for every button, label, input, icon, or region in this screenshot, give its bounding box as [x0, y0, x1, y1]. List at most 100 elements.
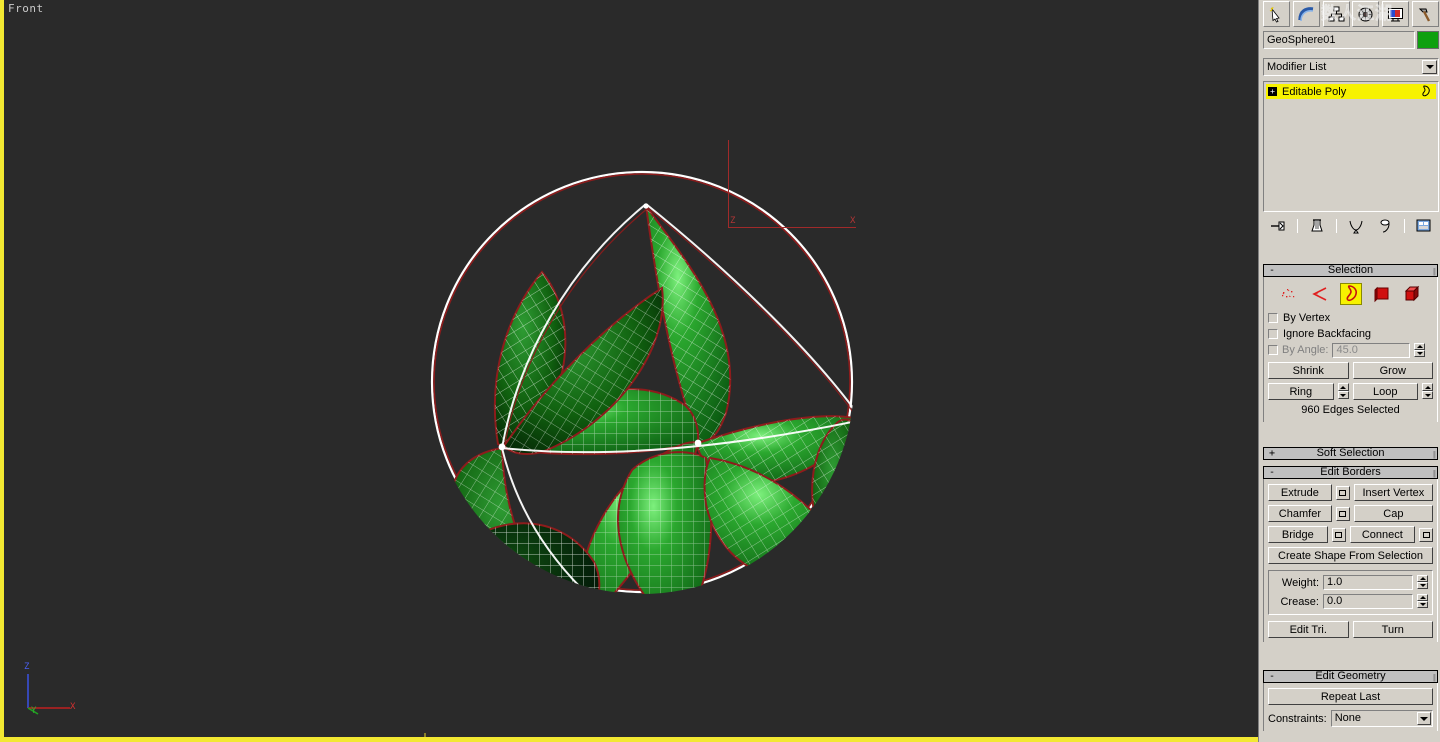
edit-geometry-rollout: - Edit Geometry || Repeat Last Constrain… — [1263, 670, 1438, 731]
ignore-backfacing-label: Ignore Backfacing — [1283, 328, 1372, 340]
element-icon — [1404, 285, 1419, 302]
crease-spinner[interactable] — [1417, 594, 1428, 609]
create-shape-from-selection-button[interactable]: Create Shape From Selection — [1268, 547, 1433, 564]
sub-object-vertex-button[interactable] — [1278, 283, 1300, 305]
motion-tab-button[interactable] — [1352, 1, 1380, 27]
object-name-row: GeoSphere01 — [1263, 31, 1439, 49]
chevron-down-icon[interactable] — [1422, 60, 1437, 74]
loop-button[interactable]: Loop — [1352, 383, 1418, 400]
hierarchy-tab-button[interactable] — [1322, 1, 1350, 27]
chamfer-settings-button[interactable] — [1335, 506, 1350, 521]
by-vertex-row[interactable]: By Vertex — [1268, 310, 1433, 326]
edit-borders-rollout-sign: - — [1269, 467, 1276, 478]
utilities-tab-button[interactable] — [1411, 1, 1439, 27]
extrude-row: Extrude Insert Vertex — [1268, 484, 1433, 501]
axis-x-label: X — [70, 702, 76, 712]
expand-icon[interactable]: + — [1268, 87, 1277, 96]
modifier-stack[interactable]: + Editable Poly — [1263, 81, 1439, 212]
rollout-grip: || — [1432, 267, 1436, 276]
gizmo-x-label: X — [850, 216, 856, 226]
create-tab-button[interactable] — [1263, 1, 1291, 27]
soft-selection-rollout: + Soft Selection || — [1263, 447, 1438, 460]
remove-modifier-button[interactable] — [1375, 216, 1395, 236]
polygon-icon — [1374, 286, 1388, 303]
border-sub-object-icon — [1422, 85, 1430, 97]
arrow-star-icon — [1269, 6, 1280, 22]
transform-gizmo[interactable]: Z X — [728, 140, 858, 232]
selection-rollout: - Selection || By Vertex Ignore Backfaci… — [1263, 264, 1438, 422]
viewport-front[interactable]: Z X Z X Y Front — [0, 0, 1258, 742]
show-end-result-button[interactable] — [1307, 216, 1327, 236]
ring-button[interactable]: Ring — [1268, 383, 1334, 400]
edit-geometry-rollout-header[interactable]: - Edit Geometry || — [1263, 670, 1438, 683]
by-vertex-checkbox[interactable] — [1268, 313, 1278, 323]
edit-tri-button[interactable]: Edit Tri. — [1268, 621, 1349, 638]
insert-vertex-button[interactable]: Insert Vertex — [1353, 484, 1433, 501]
object-name-field[interactable]: GeoSphere01 — [1263, 31, 1415, 49]
extrude-button[interactable]: Extrude — [1268, 484, 1332, 501]
vertex-icon — [1281, 289, 1294, 298]
edit-borders-rollout-title: Edit Borders — [1320, 466, 1381, 478]
chamfer-row: Chamfer Cap — [1268, 505, 1433, 522]
ignore-backfacing-checkbox[interactable] — [1268, 329, 1278, 339]
edit-geometry-rollout-title: Edit Geometry — [1315, 670, 1386, 682]
soft-selection-rollout-header[interactable]: + Soft Selection || — [1263, 447, 1438, 460]
shrink-button[interactable]: Shrink — [1268, 362, 1349, 379]
selection-rollout-body: By Vertex Ignore Backfacing By Angle: 45… — [1263, 277, 1438, 422]
cap-button[interactable]: Cap — [1353, 505, 1433, 522]
selection-rollout-header[interactable]: - Selection || — [1263, 264, 1438, 277]
turn-button[interactable]: Turn — [1352, 621, 1433, 638]
by-angle-checkbox[interactable] — [1268, 345, 1278, 355]
selection-rollout-title: Selection — [1327, 264, 1374, 276]
sub-object-edge-button[interactable] — [1309, 283, 1331, 305]
selection-status-text: 960 Edges Selected — [1301, 404, 1400, 416]
constraints-row: Constraints: None — [1268, 710, 1433, 727]
by-angle-field[interactable]: 45.0 — [1332, 342, 1411, 358]
display-tab-button[interactable] — [1382, 1, 1410, 27]
weight-spinner[interactable] — [1417, 575, 1428, 590]
command-panel-tabs — [1263, 0, 1439, 28]
bridge-button[interactable]: Bridge — [1268, 526, 1328, 543]
extrude-settings-button[interactable] — [1335, 485, 1350, 500]
by-angle-row[interactable]: By Angle: 45.0 — [1268, 342, 1433, 358]
modify-tab-button[interactable] — [1292, 1, 1320, 27]
ring-spinner[interactable] — [1337, 383, 1349, 400]
trash-icon — [1380, 219, 1390, 233]
rollout-grip: || — [1432, 673, 1436, 682]
sub-object-element-button[interactable] — [1402, 283, 1424, 305]
flask-icon — [1311, 219, 1323, 232]
crease-field[interactable]: 0.0 — [1323, 594, 1413, 609]
pin-stack-button[interactable] — [1268, 216, 1288, 236]
modifier-list-dropdown[interactable]: Modifier List — [1263, 58, 1439, 76]
chamfer-button[interactable]: Chamfer — [1268, 505, 1332, 522]
configure-modifier-sets-button[interactable] — [1414, 216, 1434, 236]
connect-button[interactable]: Connect — [1349, 526, 1415, 543]
object-color-swatch[interactable] — [1417, 31, 1439, 49]
edit-borders-rollout: - Edit Borders || Extrude Insert Vertex … — [1263, 466, 1438, 642]
connect-settings-button[interactable] — [1419, 527, 1433, 542]
edit-borders-rollout-header[interactable]: - Edit Borders || — [1263, 466, 1438, 479]
repeat-last-button[interactable]: Repeat Last — [1268, 688, 1433, 705]
bridge-settings-button[interactable] — [1331, 527, 1346, 542]
viewport-label[interactable]: Front — [8, 2, 44, 15]
constraints-dropdown[interactable]: None — [1330, 710, 1433, 727]
viewport-active-border-left — [0, 0, 4, 742]
sub-object-border-button[interactable] — [1339, 283, 1362, 305]
grow-button[interactable]: Grow — [1352, 362, 1433, 379]
gizmo-x-axis — [728, 227, 856, 228]
rollout-grip: || — [1432, 450, 1436, 459]
sub-object-polygon-button[interactable] — [1371, 283, 1393, 305]
weight-field[interactable]: 1.0 — [1323, 575, 1413, 590]
make-unique-button[interactable] — [1346, 216, 1366, 236]
bent-arc-icon — [1298, 6, 1314, 21]
edit-tri-turn-row: Edit Tri. Turn — [1268, 621, 1433, 638]
edit-geometry-rollout-body: Repeat Last Constraints: None — [1263, 683, 1438, 731]
ring-loop-row: Ring Loop — [1268, 383, 1433, 400]
by-angle-spinner[interactable] — [1414, 342, 1426, 358]
selection-rollout-sign: - — [1269, 265, 1276, 276]
stack-item-editable-poly[interactable]: + Editable Poly — [1266, 84, 1436, 99]
ignore-backfacing-row[interactable]: Ignore Backfacing — [1268, 326, 1433, 342]
constraints-chevron-down-icon[interactable] — [1417, 712, 1431, 725]
viewport-active-border-bottom — [0, 737, 1258, 742]
loop-spinner[interactable] — [1422, 383, 1433, 400]
